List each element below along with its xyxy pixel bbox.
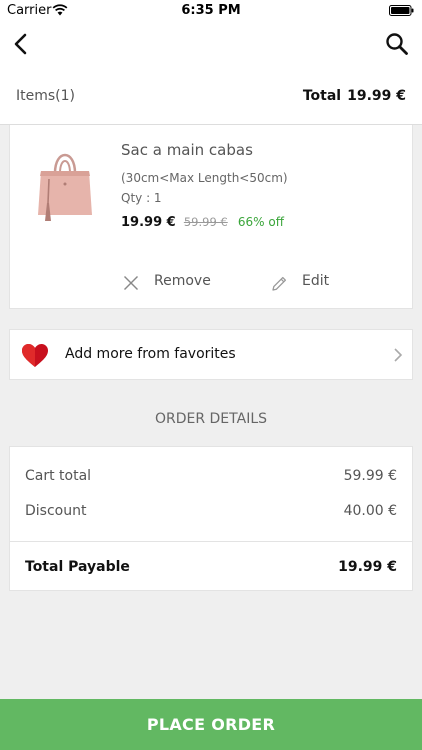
navigation-bar	[0, 22, 422, 68]
product-name[interactable]: Sac a main cabas	[121, 141, 253, 159]
pencil-icon	[272, 276, 287, 291]
remove-label: Remove	[154, 273, 211, 289]
product-quantity: Qty : 1	[121, 191, 162, 205]
total-payable-label: Total Payable	[25, 559, 130, 575]
close-icon	[124, 276, 138, 290]
order-details-card: Cart total 59.99 € Discount 40.00 € Tota…	[9, 446, 413, 591]
discount-row: Discount 40.00 €	[25, 503, 397, 519]
total-value: 19.99 €	[347, 88, 406, 104]
discount-label: Discount	[25, 503, 87, 519]
cart-total-row: Cart total 59.99 €	[25, 468, 397, 484]
total-payable-value: 19.99 €	[338, 559, 397, 575]
heart-icon	[22, 344, 48, 367]
total-label: Total	[302, 88, 342, 104]
product-variant: (30cm<Max Length<50cm)	[121, 171, 288, 185]
chevron-right-icon	[394, 348, 403, 362]
battery-icon	[389, 5, 414, 16]
cart-total-label: Cart total	[25, 468, 92, 484]
divider	[10, 541, 412, 542]
status-bar: Carrier 6:35 PM	[0, 0, 422, 22]
status-time: 6:35 PM	[181, 3, 241, 18]
add-from-favorites-row[interactable]: Add more from favorites	[9, 329, 413, 380]
price-row: 19.99 € 59.99 € 66% off	[121, 215, 284, 230]
cart-item-card: Sac a main cabas (30cm<Max Length<50cm) …	[9, 125, 413, 309]
edit-label: Edit	[302, 273, 330, 289]
product-image	[38, 153, 92, 221]
search-icon[interactable]	[384, 31, 410, 57]
chevron-left-icon[interactable]	[8, 30, 36, 58]
total-payable-row: Total Payable 19.99 €	[25, 559, 397, 575]
discount-percent: 66% off	[237, 215, 284, 229]
cart-summary-bar: Items(1) Total 19.99 €	[0, 68, 422, 125]
favorites-label: Add more from favorites	[65, 346, 236, 362]
place-order-button[interactable]: PLACE ORDER	[0, 699, 422, 750]
order-details-title: ORDER DETAILS	[154, 411, 268, 427]
cart-total: Total 19.99 €	[303, 88, 406, 104]
discount-value: 40.00 €	[343, 503, 397, 519]
original-price: 59.99 €	[183, 215, 228, 229]
current-price: 19.99 €	[121, 215, 176, 230]
items-count: Items(1)	[16, 88, 75, 104]
cart-total-value: 59.99 €	[343, 468, 397, 484]
